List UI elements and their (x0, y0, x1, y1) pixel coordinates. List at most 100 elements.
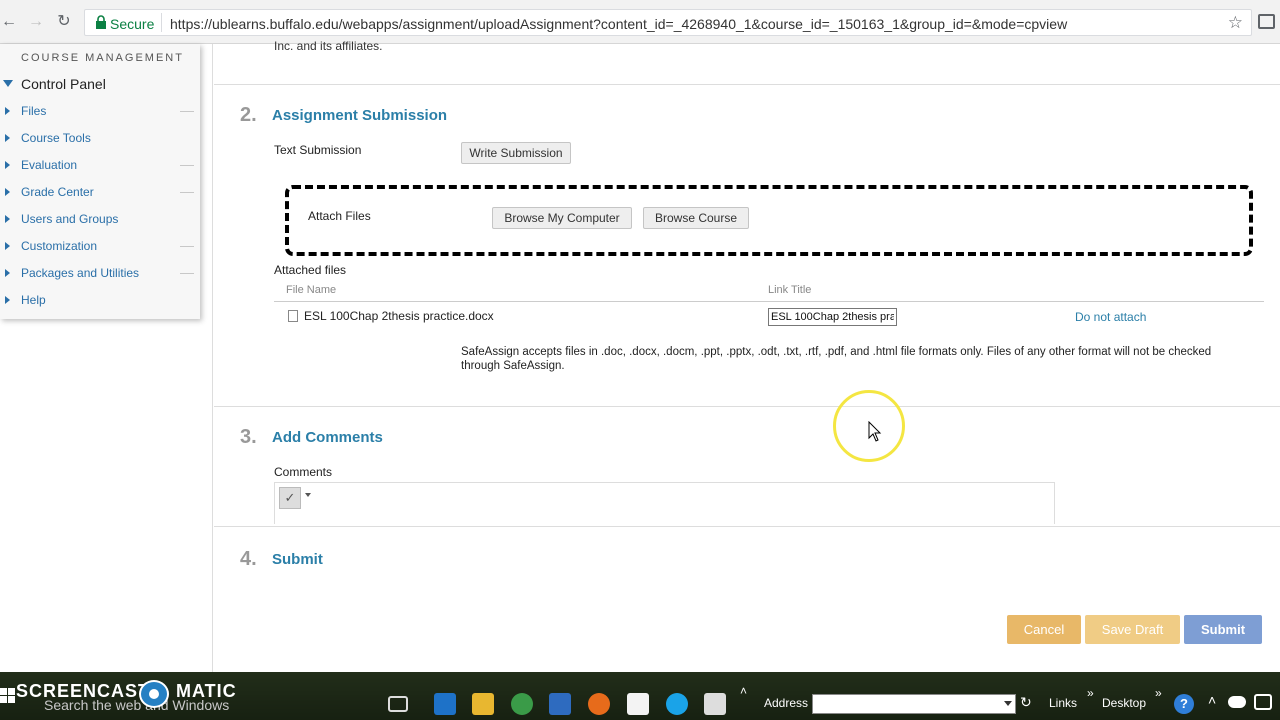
section-divider (214, 84, 1280, 85)
main-content: Inc. and its affiliates. 2. Assignment S… (214, 39, 1280, 672)
submit-button[interactable]: Submit (1184, 615, 1262, 644)
table-header-line (274, 301, 1264, 302)
screencast-logo-text: SCREENCAST (16, 681, 151, 701)
sidebar-item-files[interactable]: Files (0, 103, 200, 121)
sidebar-item-label: Packages and Utilities (21, 266, 140, 280)
windows-start-icon[interactable] (0, 688, 16, 704)
comments-editor[interactable]: ✓ (274, 482, 1055, 524)
browse-my-computer-button[interactable]: Browse My Computer (492, 207, 632, 229)
taskbar-address-input[interactable] (812, 694, 1016, 714)
control-panel-label: Control Panel (21, 76, 106, 92)
sidebar-item-help[interactable]: Help (0, 292, 200, 310)
expand-arrow-icon (3, 80, 13, 87)
chevron-up-icon[interactable]: ˄ (1208, 692, 1216, 708)
sidebar-item-label: Help (21, 293, 46, 307)
chevron-down-icon[interactable] (305, 493, 311, 497)
browse-course-button[interactable]: Browse Course (643, 207, 749, 229)
edge-icon[interactable] (434, 693, 456, 715)
back-icon[interactable]: ← (0, 13, 18, 31)
recorded-with-label: RECORDED WITH (16, 662, 102, 673)
sidebar-item-customization[interactable]: Customization (0, 238, 200, 256)
mouse-pointer-icon (868, 421, 882, 442)
forward-icon[interactable]: → (27, 13, 45, 31)
matic-logo-text: MATIC (176, 681, 237, 701)
address-label: Address (764, 696, 809, 710)
media-player-icon[interactable] (549, 693, 571, 715)
refresh-icon[interactable]: ↻ (1020, 694, 1032, 711)
text-submission-label: Text Submission (274, 143, 362, 157)
chevron-down-icon[interactable] (1004, 701, 1012, 706)
chevron-up-icon[interactable]: ˄ (740, 684, 747, 698)
section-title-add-comments: Add Comments (272, 429, 383, 446)
do-not-attach-link[interactable]: Do not attach (1075, 310, 1146, 324)
reload-icon[interactable]: ↻ (55, 13, 73, 31)
save-draft-button[interactable]: Save Draft (1085, 615, 1180, 644)
write-submission-button[interactable]: Write Submission (461, 142, 571, 164)
cast-icon[interactable] (1258, 14, 1275, 29)
link-title-input[interactable] (768, 308, 897, 326)
chevron-right-icon[interactable]: » (1087, 686, 1094, 700)
section-number: 2. (240, 104, 257, 126)
links-toolbar-label[interactable]: Links (1049, 696, 1077, 710)
menu-dash (180, 165, 194, 166)
sidebar-item-users-and-groups[interactable]: Users and Groups (0, 211, 200, 229)
taskbar: Search the web and Windows RECORDED WITH… (0, 662, 1280, 720)
collapsed-arrow-icon (5, 215, 10, 223)
url-text[interactable]: https://ublearns.buffalo.edu/webapps/ass… (170, 16, 1067, 32)
section-title-submit: Submit (272, 551, 323, 568)
chevron-right-icon[interactable]: » (1155, 686, 1162, 700)
collapsed-arrow-icon (5, 188, 10, 196)
menu-dash (180, 246, 194, 247)
collapsed-arrow-icon (5, 242, 10, 250)
cancel-button[interactable]: Cancel (1007, 615, 1081, 644)
attach-files-highlight (285, 185, 1253, 256)
collapsed-arrow-icon (5, 296, 10, 304)
sidebar-item-course-tools[interactable]: Course Tools (0, 130, 200, 148)
address-bar[interactable]: Secure https://ublearns.buffalo.edu/weba… (84, 9, 1252, 36)
photos-icon[interactable] (704, 693, 726, 715)
secure-label: Secure (110, 16, 155, 32)
column-header-link-title: Link Title (768, 284, 812, 296)
section-divider (214, 406, 1280, 407)
store-icon[interactable] (627, 693, 649, 715)
sidebar-item-label: Grade Center (21, 185, 94, 199)
collapsed-arrow-icon (5, 134, 10, 142)
lock-icon (96, 15, 106, 29)
control-panel-toggle[interactable]: Control Panel (0, 76, 200, 94)
course-management-header: COURSE MANAGEMENT (21, 52, 184, 64)
collapsed-arrow-icon (5, 269, 10, 277)
help-icon[interactable]: ? (1174, 694, 1194, 714)
document-icon (288, 310, 298, 322)
firefox-icon[interactable] (588, 693, 610, 715)
menu-dash (180, 192, 194, 193)
sidebar-item-grade-center[interactable]: Grade Center (0, 184, 200, 202)
sidebar-item-label: Users and Groups (21, 212, 119, 226)
browser-toolbar: ← → ↻ Secure https://ublearns.buffalo.ed… (0, 0, 1280, 44)
file-explorer-icon[interactable] (472, 693, 494, 715)
left-panel: COURSE MANAGEMENT Control Panel Files Co… (0, 44, 213, 672)
course-management-menu: COURSE MANAGEMENT Control Panel Files Co… (0, 44, 200, 319)
sidebar-item-label: Customization (21, 239, 98, 253)
sidebar-item-label: Evaluation (21, 158, 78, 172)
bookmark-star-icon[interactable]: ☆ (1228, 13, 1243, 33)
sidebar-item-packages-and-utilities[interactable]: Packages and Utilities (0, 265, 200, 283)
attached-file-name: ESL 100Chap 2thesis practice.docx (304, 309, 494, 323)
screencast-logo-icon (139, 680, 169, 708)
task-view-icon[interactable] (388, 696, 408, 712)
network-icon[interactable] (1254, 694, 1272, 710)
collapsed-arrow-icon (5, 161, 10, 169)
sidebar-item-evaluation[interactable]: Evaluation (0, 157, 200, 175)
cloud-icon[interactable] (1228, 696, 1246, 708)
section-divider (214, 526, 1280, 527)
comments-label: Comments (274, 465, 333, 479)
section-title-assignment-submission: Assignment Submission (272, 107, 448, 124)
footer-text-fragment: Inc. and its affiliates. (274, 39, 383, 53)
safeassign-note: SafeAssign accepts files in .doc, .docx,… (461, 346, 1212, 372)
url-separator (161, 13, 162, 32)
desktop-toolbar-label[interactable]: Desktop (1102, 696, 1146, 710)
section-number: 3. (240, 426, 257, 448)
skype-icon[interactable] (666, 693, 688, 715)
attach-files-label: Attach Files (308, 209, 371, 223)
spellcheck-icon[interactable]: ✓ (279, 487, 301, 509)
chrome-icon[interactable] (511, 693, 533, 715)
